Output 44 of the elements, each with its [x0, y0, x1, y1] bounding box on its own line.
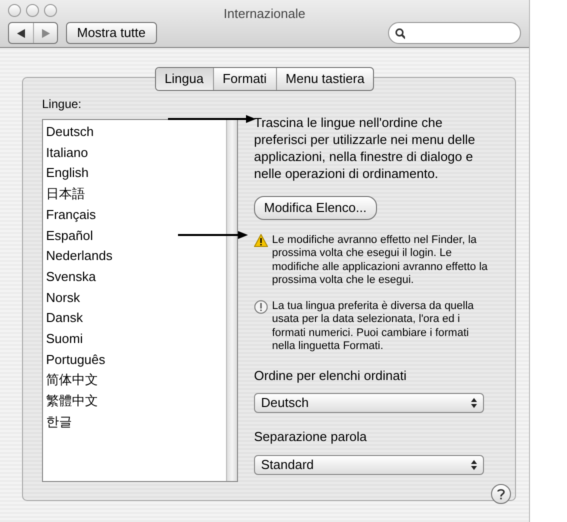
field-label: Ordine per elenchi ordinati: [254, 366, 408, 385]
help-icon: [497, 488, 505, 500]
list-item[interactable]: 简体中文: [43, 370, 226, 392]
window-control-button[interactable]: [44, 4, 57, 17]
note-text: La tua lingua preferita è diversa da quella usata per la data selezionata, l'ora ed i formati numerici. Puoi cambiare i formati nella linguetta Formati.: [272, 300, 475, 354]
list-item[interactable]: Español: [43, 226, 226, 246]
instruction-text: Trascina le lingue nell'ordine che preferisci per utilizzarle nei menu delle applicazioni, nella finestre di dialogo e nelle operazioni di ordinamento.: [254, 114, 476, 182]
search-icon: [395, 28, 405, 38]
list-label: Lingue:: [42, 96, 82, 113]
arrow: [178, 230, 248, 240]
scrollbar[interactable]: [226, 120, 237, 481]
list-item[interactable]: Norsk: [43, 288, 226, 308]
help-button[interactable]: [491, 484, 511, 504]
list-item[interactable]: Deutsch: [43, 122, 226, 143]
list-item[interactable]: Dansk: [43, 308, 226, 330]
search-field[interactable]: [388, 22, 521, 44]
note-text: Le modifiche avranno effetto nel Finder, la prossima volta che esegui il login. Le modifiche alle applicazioni avranno effetto la prossima volta che le esegui.: [272, 234, 489, 288]
tab[interactable]: Formati: [214, 68, 277, 90]
list-item[interactable]: 日本語: [43, 184, 226, 205]
stepper-icon: [471, 460, 477, 470]
show-all-button[interactable]: Mostra tutte: [66, 22, 157, 44]
list-item[interactable]: Português: [43, 350, 226, 370]
warning-icon: [254, 234, 268, 246]
list-item[interactable]: English: [43, 163, 226, 184]
forward-icon: [42, 28, 50, 38]
edit-list-button[interactable]: Modifica Elenco...: [254, 196, 377, 220]
popup-menu[interactable]: Standard: [254, 454, 484, 474]
list-item[interactable]: Suomi: [43, 329, 226, 350]
stepper-icon: [471, 398, 477, 408]
list-item[interactable]: Français: [43, 204, 226, 226]
list-item[interactable]: 한글: [43, 412, 226, 433]
window-title: Internazionale: [224, 5, 306, 23]
back-icon: [17, 28, 25, 38]
tab[interactable]: Menu tastiera: [276, 68, 374, 90]
list-item[interactable]: Nederlands: [43, 246, 226, 267]
list-item[interactable]: 繁體中文: [43, 391, 226, 412]
popup-menu[interactable]: Deutsch: [254, 393, 484, 413]
alert-icon: [254, 300, 268, 314]
window-control-button[interactable]: [26, 4, 39, 17]
list-item[interactable]: Svenska: [43, 266, 226, 288]
field-label: Separazione parola: [254, 428, 368, 446]
list-item[interactable]: Italiano: [43, 142, 226, 164]
tab[interactable]: Lingua: [156, 68, 214, 90]
window-control-button[interactable]: [8, 4, 21, 17]
